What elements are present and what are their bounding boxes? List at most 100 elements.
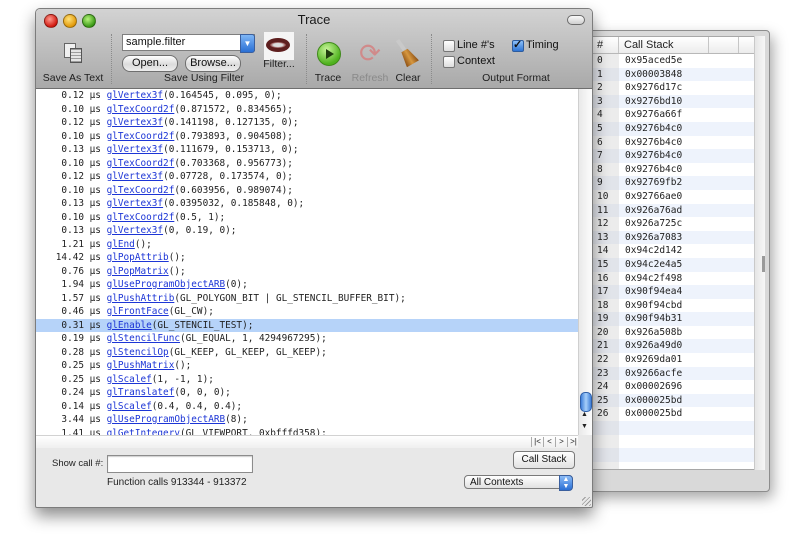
- call-stack-row[interactable]: 24 0x00002696: [592, 380, 754, 394]
- context-select[interactable]: All Contexts ▲ ▼: [464, 475, 573, 491]
- call-stack-row[interactable]: 11 0x926a76ad: [592, 203, 754, 218]
- resize-grip-icon[interactable]: [582, 497, 591, 506]
- trace-row[interactable]: 0.25 µs glScalef(1, -1, 1);: [36, 373, 578, 387]
- trace-row[interactable]: 0.24 µs glTranslatef(0, 0, 0);: [36, 386, 578, 400]
- trace-row[interactable]: 14.42 µs glPopAttrib();: [36, 251, 578, 265]
- call-stack-row[interactable]: 9 0x92769fb2: [592, 176, 754, 190]
- trace-row[interactable]: 0.13 µs glVertex3f(0, 0.19, 0);: [36, 224, 578, 238]
- trace-row[interactable]: 0.10 µs glTexCoord2f(0.603956, 0.989074)…: [36, 184, 578, 198]
- function-link[interactable]: glVertex3f: [107, 90, 163, 101]
- trace-row[interactable]: 0.14 µs glScalef(0.4, 0.4, 0.4);: [36, 400, 578, 414]
- call-stack-row[interactable]: 3 0x9276bd10: [592, 94, 754, 109]
- trace-scrollbar[interactable]: ▲ ▼: [578, 89, 592, 435]
- call-stack-row[interactable]: 26 0x000025bd: [592, 407, 754, 422]
- line-numbers-checkbox[interactable]: [443, 40, 455, 52]
- function-link[interactable]: glTexCoord2f: [107, 131, 175, 142]
- trace-row[interactable]: 0.12 µs glVertex3f(0.141198, 0.127135, 0…: [36, 116, 578, 130]
- function-link[interactable]: glVertex3f: [107, 198, 163, 209]
- show-call-input[interactable]: [107, 455, 253, 473]
- function-link[interactable]: glPopMatrix: [107, 266, 169, 277]
- trace-row[interactable]: 0.10 µs glTexCoord2f(0.793893, 0.904508)…: [36, 130, 578, 144]
- chevron-down-icon[interactable]: ▼: [240, 34, 255, 53]
- scroll-down-arrow-icon[interactable]: ▼: [581, 423, 588, 430]
- trace-list[interactable]: 0.12 µs glVertex3f(0.164545, 0.095, 0); 0…: [36, 89, 578, 435]
- next-page-button[interactable]: >: [555, 437, 567, 447]
- function-link[interactable]: glUseProgramObjectARB: [107, 279, 226, 290]
- trace-row[interactable]: 0.10 µs glTexCoord2f(0.5, 1);: [36, 211, 578, 225]
- function-link[interactable]: glTexCoord2f: [107, 212, 175, 223]
- call-stack-row[interactable]: 4 0x9276a66f: [592, 108, 754, 122]
- toolbar-toggle-button[interactable]: [567, 15, 585, 25]
- function-link[interactable]: glPushMatrix: [107, 360, 175, 371]
- context-checkbox[interactable]: [443, 56, 455, 68]
- trace-row[interactable]: 0.10 µs glTexCoord2f(0.703368, 0.956773)…: [36, 157, 578, 171]
- scroll-thumb[interactable]: [580, 392, 592, 412]
- trace-row[interactable]: 3.44 µs glUseProgramObjectARB(8);: [36, 413, 578, 427]
- call-stack-row[interactable]: 18 0x90f94cbd: [592, 298, 754, 313]
- trace-row[interactable]: 0.10 µs glTexCoord2f(0.871572, 0.834565)…: [36, 103, 578, 117]
- call-stack-row[interactable]: 20 0x926a508b: [592, 325, 754, 340]
- call-stack-row[interactable]: 19 0x90f94b31: [592, 312, 754, 326]
- trace-row[interactable]: 0.19 µs glStencilFunc(GL_EQUAL, 1, 42949…: [36, 332, 578, 346]
- function-link[interactable]: glScalef: [107, 374, 152, 385]
- filter-file-combobox[interactable]: sample.filter ▼: [122, 34, 255, 53]
- function-link[interactable]: glStencilOp: [107, 347, 169, 358]
- last-page-button[interactable]: >|: [567, 437, 579, 447]
- function-link[interactable]: glTranslatef: [107, 387, 175, 398]
- function-link[interactable]: glGetIntegerv: [107, 428, 180, 436]
- trace-row[interactable]: 0.12 µs glVertex3f(0.07728, 0.173574, 0)…: [36, 170, 578, 184]
- function-link[interactable]: glUseProgramObjectARB: [107, 414, 226, 425]
- call-stack-row[interactable]: 6 0x9276b4c0: [592, 135, 754, 150]
- first-page-button[interactable]: |<: [531, 437, 543, 447]
- trace-row[interactable]: 0.76 µs glPopMatrix();: [36, 265, 578, 279]
- function-link[interactable]: glVertex3f: [107, 117, 163, 128]
- call-stack-row[interactable]: 8 0x9276b4c0: [592, 162, 754, 177]
- call-stack-row[interactable]: 16 0x94c2f498: [592, 271, 754, 286]
- trace-row[interactable]: 1.41 µs glGetIntegerv(GL_VIEWPORT, 0xbff…: [36, 427, 578, 436]
- call-stack-row[interactable]: 2 0x9276d17c: [592, 81, 754, 95]
- function-link[interactable]: glScalef: [107, 401, 152, 412]
- call-stack-row[interactable]: 0 0x95aced5e: [592, 54, 754, 68]
- call-stack-row[interactable]: 21 0x926a49d0: [592, 339, 754, 354]
- call-stack-row[interactable]: 14 0x94c2d142: [592, 244, 754, 258]
- trace-row[interactable]: 0.28 µs glStencilOp(GL_KEEP, GL_KEEP, GL…: [36, 346, 578, 360]
- trace-row[interactable]: 1.21 µs glEnd();: [36, 238, 578, 252]
- trace-row[interactable]: 0.13 µs glVertex3f(0.111679, 0.153713, 0…: [36, 143, 578, 157]
- drawer-resize-handle[interactable]: [762, 256, 765, 272]
- call-stack-row[interactable]: 17 0x90f94ea4: [592, 285, 754, 299]
- trace-row[interactable]: 1.94 µs glUseProgramObjectARB(0);: [36, 278, 578, 292]
- call-stack-row[interactable]: 15 0x94c2e4a5: [592, 257, 754, 272]
- call-stack-row[interactable]: 7 0x9276b4c0: [592, 149, 754, 163]
- function-link[interactable]: glStencilFunc: [107, 333, 180, 344]
- call-stack-button[interactable]: Call Stack: [513, 451, 575, 469]
- function-link[interactable]: glTexCoord2f: [107, 104, 175, 115]
- function-link[interactable]: glTexCoord2f: [107, 158, 175, 169]
- call-stack-row[interactable]: 10 0x92766ae0: [592, 189, 754, 204]
- browse-button[interactable]: Browse...: [185, 55, 241, 72]
- call-stack-row[interactable]: 5 0x9276b4c0: [592, 121, 754, 136]
- function-link[interactable]: glTexCoord2f: [107, 185, 175, 196]
- trace-row[interactable]: 0.31 µs glEnable(GL_STENCIL_TEST);: [36, 318, 578, 332]
- call-stack-row[interactable]: 22 0x9269da01: [592, 353, 754, 367]
- timing-checkbox[interactable]: [512, 38, 524, 52]
- trace-row[interactable]: 0.25 µs glPushMatrix();: [36, 359, 578, 373]
- call-stack-row[interactable]: 12 0x926a725c: [592, 217, 754, 231]
- column-header-number[interactable]: #: [592, 37, 619, 53]
- function-link[interactable]: glVertex3f: [107, 171, 163, 182]
- trace-row[interactable]: 0.12 µs glVertex3f(0.164545, 0.095, 0);: [36, 89, 578, 103]
- call-stack-row[interactable]: 1 0x00003848: [592, 67, 754, 82]
- call-stack-row[interactable]: 25 0x000025bd: [592, 393, 754, 408]
- function-link[interactable]: glEnd: [107, 239, 135, 250]
- function-link[interactable]: glPushAttrib: [107, 293, 175, 304]
- scroll-up-arrow-icon[interactable]: ▲: [581, 411, 588, 418]
- function-link[interactable]: glFrontFace: [107, 306, 169, 317]
- function-link[interactable]: glVertex3f: [107, 225, 163, 236]
- call-stack-row[interactable]: 23 0x9266acfe: [592, 366, 754, 381]
- column-header-call-stack[interactable]: Call Stack: [619, 37, 709, 53]
- function-link[interactable]: glPopAttrib: [107, 252, 169, 263]
- function-link[interactable]: glVertex3f: [107, 144, 163, 155]
- function-link[interactable]: glEnable: [107, 320, 152, 331]
- trace-row[interactable]: 1.57 µs glPushAttrib(GL_POLYGON_BIT | GL…: [36, 292, 578, 306]
- call-stack-row[interactable]: 13 0x926a7083: [592, 230, 754, 245]
- trace-row[interactable]: 0.13 µs glVertex3f(0.0395032, 0.185848, …: [36, 197, 578, 211]
